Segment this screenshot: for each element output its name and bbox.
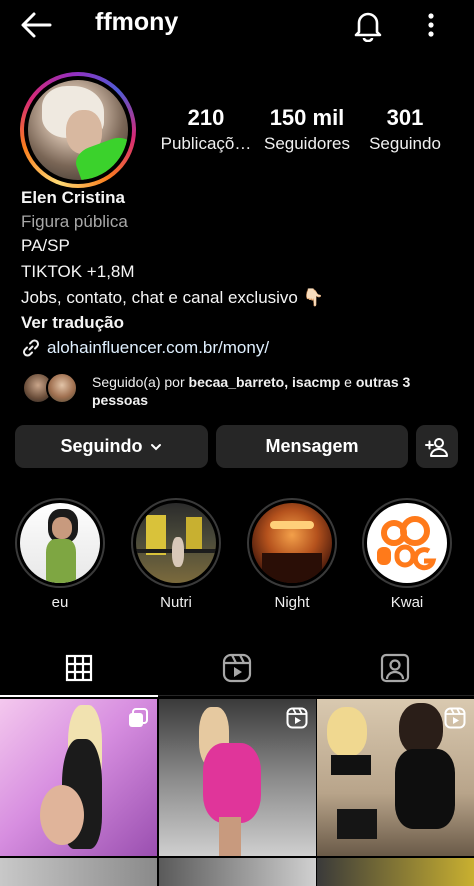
stat-posts-label: Publicaçõ… bbox=[160, 134, 252, 153]
stat-followers[interactable]: 150 mil Seguidores bbox=[259, 104, 355, 156]
message-button[interactable]: Mensagem bbox=[216, 425, 408, 468]
profile-username: ffmony bbox=[95, 8, 179, 36]
kwai-logo-icon bbox=[377, 516, 437, 571]
highlight-cover bbox=[136, 503, 216, 583]
message-button-label: Mensagem bbox=[265, 436, 359, 456]
link-icon bbox=[22, 339, 40, 357]
grid-icon bbox=[65, 654, 93, 682]
bio-line: TIKTOK +1,8M bbox=[21, 262, 135, 281]
highlight-label: Kwai bbox=[390, 594, 424, 611]
stat-followers-label: Seguidores bbox=[263, 134, 350, 153]
stat-posts[interactable]: 210 Publicaçõ… bbox=[158, 104, 254, 156]
profile-tabs bbox=[0, 640, 474, 697]
posts-grid bbox=[0, 699, 474, 886]
following-button-label: Seguindo bbox=[60, 436, 143, 456]
followed-by[interactable]: Seguido(a) por becaa_barreto, isacmp e o… bbox=[22, 372, 462, 412]
reels-icon bbox=[286, 707, 308, 729]
post-thumbnail[interactable] bbox=[0, 699, 157, 856]
stat-following-value: 301 bbox=[386, 105, 424, 130]
follower-avatar bbox=[46, 372, 78, 404]
highlight-nutri[interactable]: Nutri bbox=[131, 498, 221, 612]
avatar[interactable] bbox=[20, 72, 136, 188]
bio-line: Jobs, contato, chat e canal exclusivo 👇🏻 bbox=[21, 288, 324, 307]
profile-category: Figura pública bbox=[21, 212, 128, 231]
highlight-eu[interactable]: eu bbox=[15, 498, 105, 612]
tab-posts[interactable] bbox=[0, 640, 158, 697]
post-thumbnail[interactable] bbox=[159, 699, 316, 856]
suggest-people-button[interactable] bbox=[416, 425, 458, 468]
avatar-image bbox=[28, 80, 128, 180]
highlight-kwai[interactable]: Kwai bbox=[362, 498, 452, 612]
highlight-label: eu bbox=[51, 594, 69, 611]
more-vertical-icon[interactable] bbox=[420, 10, 442, 40]
followed-by-text: Seguido(a) por becaa_barreto, isacmp e o… bbox=[92, 374, 411, 408]
add-user-icon bbox=[425, 437, 448, 457]
post-thumbnail[interactable] bbox=[159, 858, 316, 886]
chevron-down-icon bbox=[150, 443, 161, 450]
arrow-left-icon[interactable] bbox=[18, 10, 54, 40]
highlight-label: Night bbox=[274, 594, 310, 611]
bell-icon[interactable] bbox=[352, 8, 384, 42]
stat-following[interactable]: 301 Seguindo bbox=[362, 104, 448, 156]
tab-tagged[interactable] bbox=[316, 640, 474, 696]
link-text: alohainfluencer.com.br/mony/ bbox=[47, 338, 270, 357]
profile-link[interactable]: alohainfluencer.com.br/mony/ bbox=[21, 336, 269, 360]
highlight-cover bbox=[252, 503, 332, 583]
post-thumbnail[interactable] bbox=[317, 858, 474, 886]
highlight-label: Nutri bbox=[160, 594, 192, 611]
highlight-cover bbox=[20, 503, 100, 583]
top-bar: ffmony bbox=[0, 0, 474, 50]
stat-following-label: Seguindo bbox=[369, 134, 441, 153]
active-tab-indicator bbox=[0, 695, 158, 697]
highlight-cover bbox=[367, 503, 447, 583]
carousel-icon bbox=[129, 708, 148, 727]
tab-reels[interactable] bbox=[158, 640, 316, 696]
stat-posts-value: 210 bbox=[187, 105, 225, 130]
stat-followers-value: 150 mil bbox=[269, 105, 345, 130]
following-button[interactable]: Seguindo bbox=[15, 425, 208, 468]
translate-link[interactable]: Ver tradução bbox=[21, 311, 124, 335]
post-thumbnail[interactable] bbox=[0, 858, 157, 886]
reels-icon bbox=[222, 653, 252, 683]
post-thumbnail[interactable] bbox=[317, 699, 474, 856]
bio-line: PA/SP bbox=[21, 236, 70, 255]
highlight-night[interactable]: Night bbox=[247, 498, 337, 612]
profile-name: Elen Cristina bbox=[21, 188, 125, 207]
reels-icon bbox=[444, 707, 466, 729]
tagged-icon bbox=[380, 653, 410, 683]
